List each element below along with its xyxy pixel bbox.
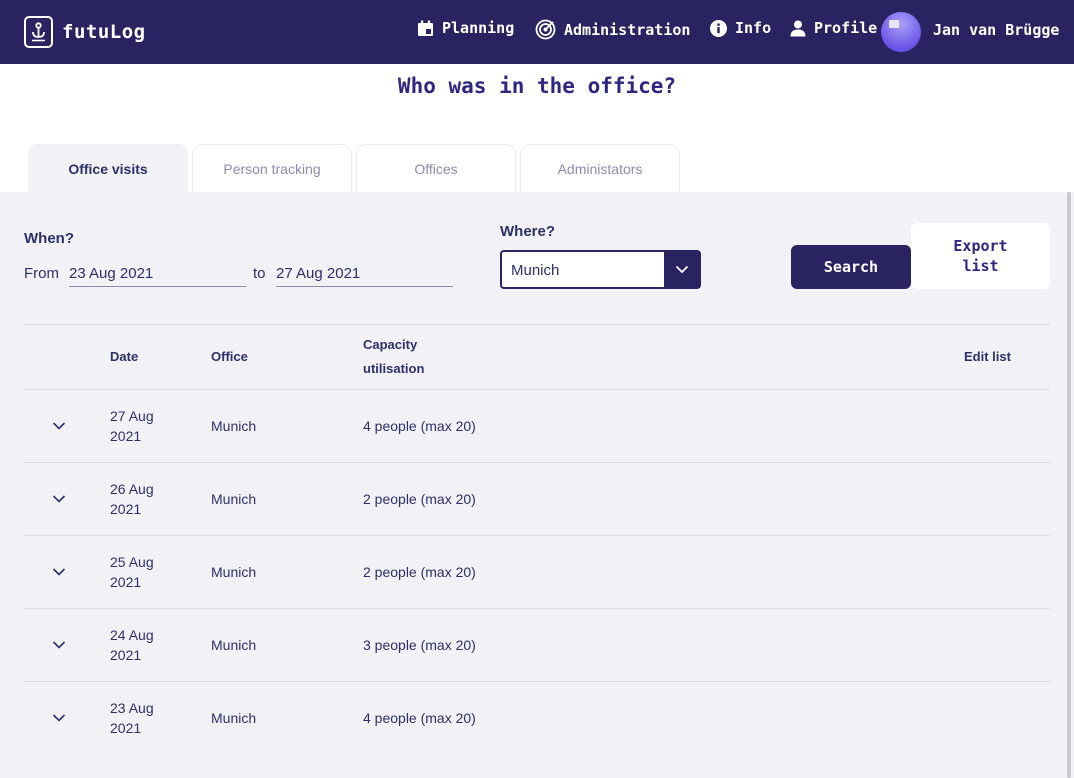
tab-offices[interactable]: Offices: [356, 144, 516, 192]
row-office: Munich: [211, 564, 257, 580]
export-list-button[interactable]: Export list: [911, 223, 1050, 289]
nav-administration[interactable]: Administration: [535, 19, 690, 40]
nav-planning[interactable]: Planning: [417, 19, 514, 37]
info-icon: [710, 19, 727, 37]
page-title: Who was in the office?: [397, 74, 677, 98]
expand-row-chevron-icon[interactable]: [52, 421, 66, 431]
edit-list-link[interactable]: Edit list: [964, 345, 1011, 369]
logo-icon: [24, 16, 53, 48]
nav-profile-label: Profile: [814, 19, 878, 37]
table-divider: [24, 389, 1050, 390]
row-capacity: 4 people (max 20): [363, 710, 476, 726]
row-divider: [24, 535, 1050, 536]
row-divider: [24, 681, 1050, 682]
avatar-flag-icon: [889, 20, 899, 28]
chevron-down-icon: [675, 265, 689, 274]
row-capacity: 2 people (max 20): [363, 564, 476, 580]
row-capacity: 3 people (max 20): [363, 637, 476, 653]
logo-text: futuLog: [62, 21, 146, 43]
to-date-input[interactable]: [276, 261, 453, 287]
row-capacity: 4 people (max 20): [363, 418, 476, 434]
column-header-office: Office: [211, 349, 248, 364]
expand-row-chevron-icon[interactable]: [52, 640, 66, 650]
office-select[interactable]: Munich: [500, 250, 701, 289]
expand-row-chevron-icon[interactable]: [52, 567, 66, 577]
search-button[interactable]: Search: [791, 245, 911, 289]
nav-info[interactable]: Info: [710, 19, 771, 37]
tab-office-visits[interactable]: Office visits: [28, 144, 188, 192]
row-office: Munich: [211, 710, 257, 726]
radar-icon: [535, 19, 556, 40]
row-date: 24 Aug 2021: [110, 627, 154, 663]
tab-person-tracking[interactable]: Person tracking: [192, 144, 352, 192]
table-divider: [24, 324, 1050, 325]
from-date-input[interactable]: [69, 261, 246, 287]
column-header-capacity: Capacity utilisation: [363, 337, 425, 376]
nav-profile[interactable]: Profile: [790, 19, 877, 37]
person-icon: [790, 20, 806, 36]
expand-row-chevron-icon[interactable]: [52, 494, 66, 504]
where-label: Where?: [500, 223, 556, 240]
nav-administration-label: Administration: [564, 20, 691, 39]
select-dropdown-button[interactable]: [664, 251, 700, 288]
column-header-date: Date: [110, 349, 139, 364]
row-office: Munich: [211, 491, 257, 507]
expand-row-chevron-icon[interactable]: [52, 713, 66, 723]
tab-administrators[interactable]: Administators: [520, 144, 680, 192]
nav-info-label: Info: [735, 19, 772, 37]
top-navigation-bar: futuLog Planning Administration Info Pro…: [0, 0, 1074, 64]
row-office: Munich: [211, 637, 257, 653]
avatar[interactable]: [881, 12, 921, 52]
nav-planning-label: Planning: [442, 19, 515, 37]
row-office: Munich: [211, 418, 257, 434]
row-capacity: 2 people (max 20): [363, 491, 476, 507]
when-label: When?: [24, 230, 74, 247]
row-date: 25 Aug 2021: [110, 554, 154, 590]
logo[interactable]: futuLog: [24, 16, 146, 48]
from-label: From: [24, 265, 59, 282]
row-divider: [24, 462, 1050, 463]
row-date: 26 Aug 2021: [110, 481, 154, 517]
scrollbar[interactable]: [1067, 192, 1071, 778]
user-name[interactable]: Jan van Brügge: [933, 21, 1059, 39]
row-divider: [24, 608, 1050, 609]
office-select-value: Munich: [511, 262, 560, 279]
to-label: to: [253, 265, 266, 282]
row-date: 27 Aug 2021: [110, 408, 154, 444]
row-date: 23 Aug 2021: [110, 700, 154, 736]
calendar-icon: [418, 20, 433, 36]
